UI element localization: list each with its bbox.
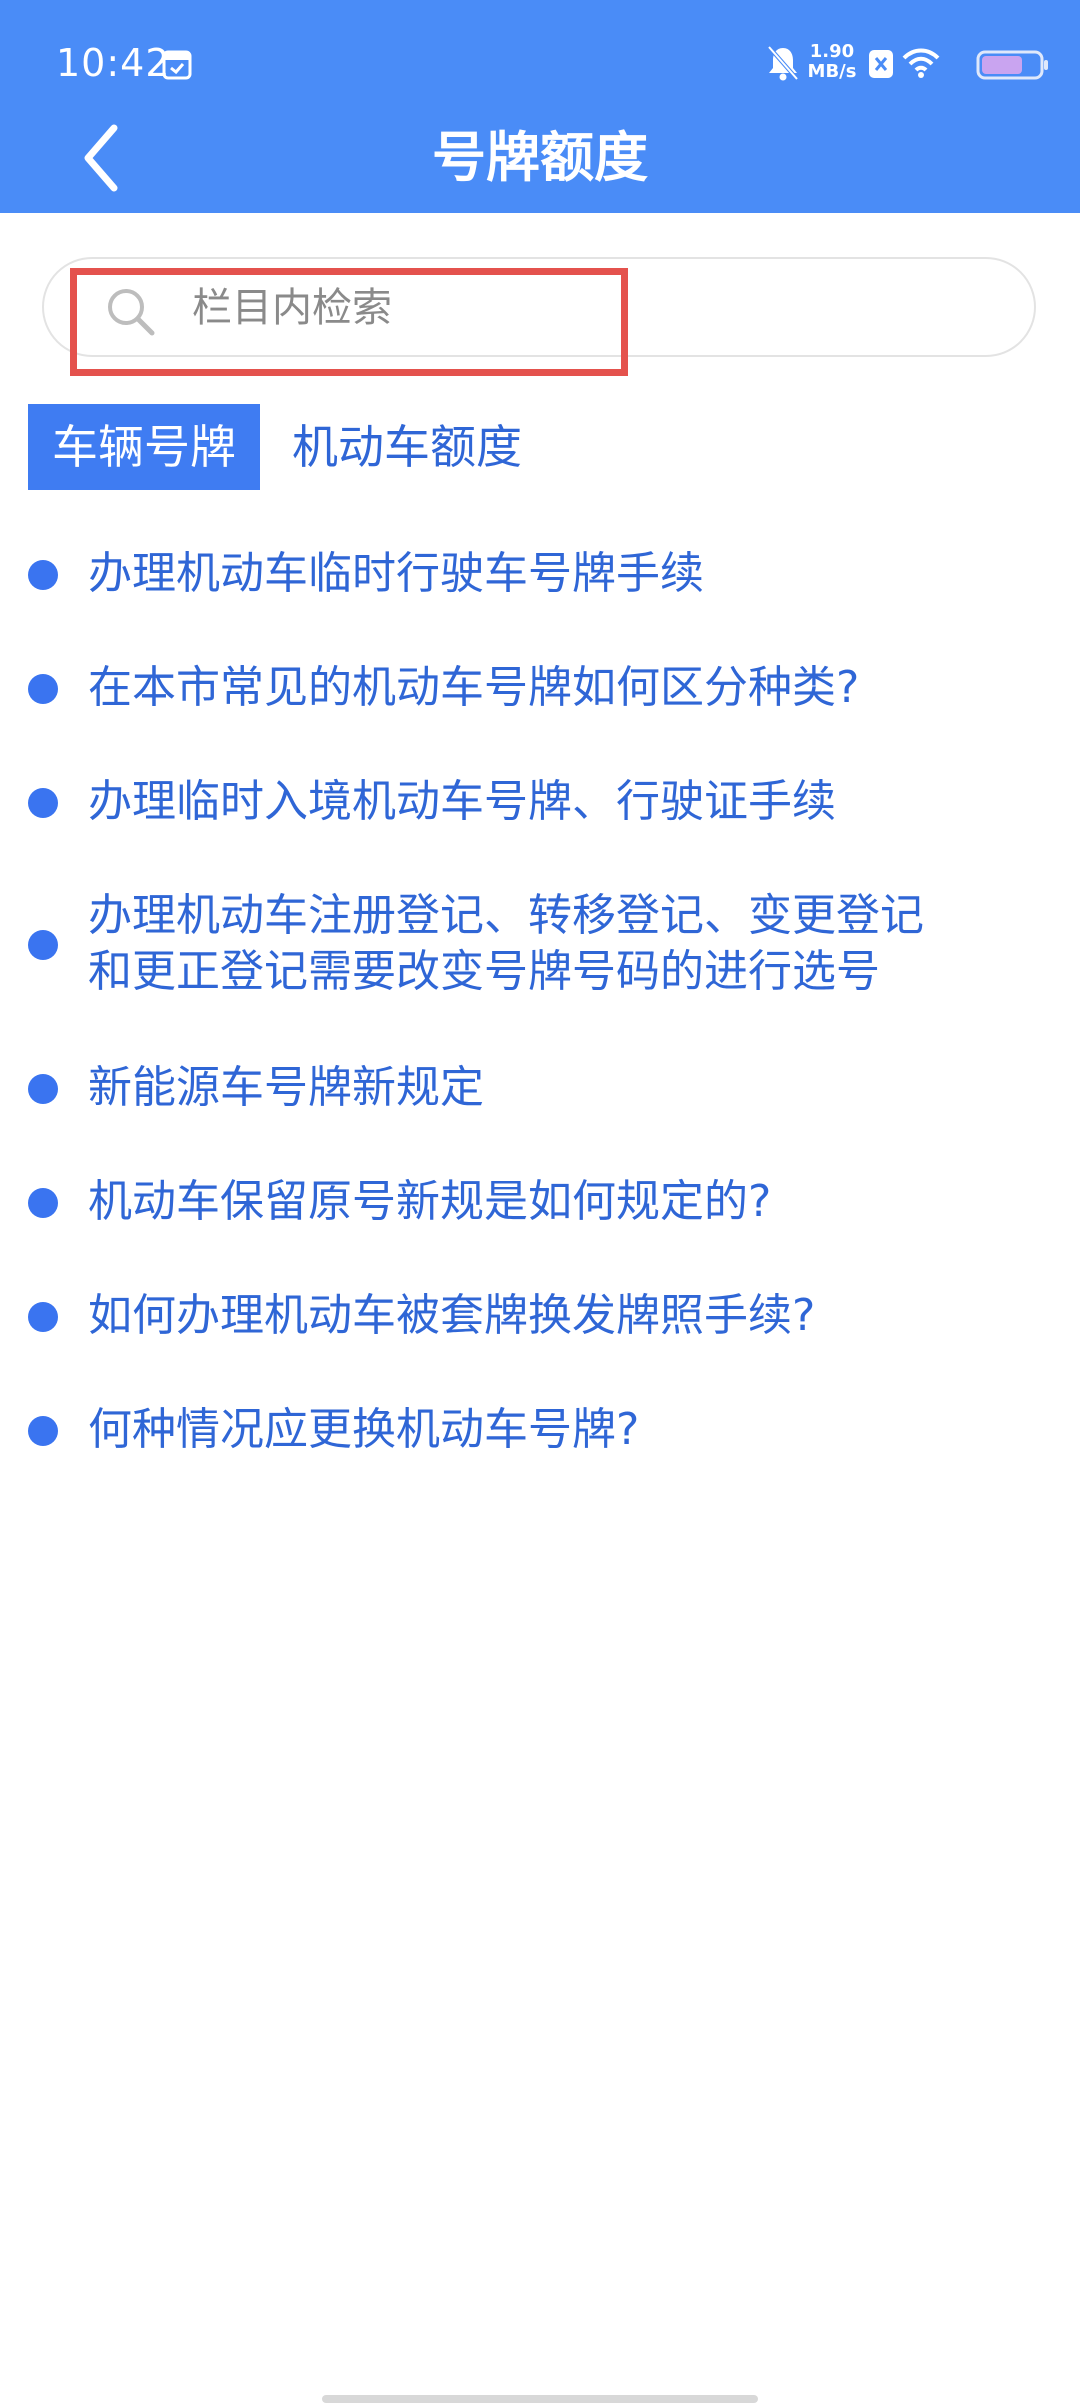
status-time: 10:42 [56,41,171,85]
list-item-label-line: 办理机动车注册登记、转移登记、变更登记 [88,890,924,941]
app-header: 10:42 1.90 MB/s 号牌额度 [0,0,1080,213]
bullet-dot [28,788,58,818]
status-icons: 1.90 MB/s [730,40,1050,90]
list-item-label: 在本市常见的机动车号牌如何区分种类? [88,662,860,713]
network-speed-value: 1.90 [809,41,855,62]
home-indicator[interactable] [322,2395,758,2403]
bullet-dot [28,1416,58,1446]
list-item-label: 办理机动车注册登记、转移登记、变更登记 和更正登记需要改变号牌号码的进行选号 [88,888,1028,1000]
bullet-dot [28,1302,58,1332]
bullet-dot [28,1074,58,1104]
network-speed-unit: MB/s [807,61,857,82]
battery-icon [976,50,1048,80]
tab-vehicle-plates[interactable]: 车辆号牌 [28,404,260,490]
calendar-icon [162,50,192,80]
list-item-label: 新能源车号牌新规定 [88,1062,484,1113]
list-item-label: 办理机动车临时行驶车号牌手续 [88,548,704,599]
list-item-label: 办理临时入境机动车号牌、行驶证手续 [88,776,836,827]
list-item-label-line: 和更正登记需要改变号牌号码的进行选号 [88,946,880,997]
bullet-dot [28,560,58,590]
search-icon [108,289,155,336]
page: 10:42 1.90 MB/s 号牌额度 栏目内检索 车辆号牌 机动车额度 办理… [0,0,1080,2408]
bullet-dot [28,930,58,960]
bullet-dot [28,674,58,704]
list-item-label: 如何办理机动车被套牌换发牌照手续? [88,1290,816,1341]
status-bar: 10:42 1.90 MB/s [0,0,1080,120]
list-item-label: 机动车保留原号新规是如何规定的? [88,1176,772,1227]
bell-muted-icon [767,45,799,81]
search-input[interactable] [192,275,792,341]
list-item-label: 何种情况应更换机动车号牌? [88,1404,640,1455]
x-badge-icon [869,50,893,78]
bullet-dot [28,1188,58,1218]
network-speed: 1.90 MB/s [804,42,860,82]
wifi-icon [902,48,940,78]
search-bar[interactable] [42,257,1036,357]
page-title: 号牌额度 [432,126,648,189]
tab-vehicle-quota[interactable]: 机动车额度 [268,404,546,490]
